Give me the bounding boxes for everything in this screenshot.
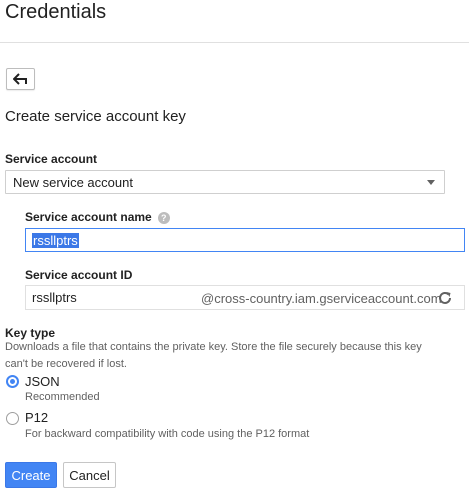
service-account-select[interactable]: New service account <box>5 170 445 194</box>
dropdown-caret-icon <box>427 180 435 185</box>
page-title: Credentials <box>5 1 107 23</box>
service-account-label: Service account <box>5 152 98 166</box>
option-p12-description: For backward compatibility with code usi… <box>25 428 310 440</box>
key-type-description-line2: can't be recovered if lost. <box>5 358 127 370</box>
help-icon[interactable]: ? <box>157 211 170 224</box>
key-type-description-line1: Downloads a file that contains the priva… <box>5 341 422 353</box>
service-account-name-label-text: Service account name <box>25 210 152 224</box>
form-title: Create service account key <box>5 108 186 125</box>
service-account-id-input[interactable]: rssllptrs @cross-country.iam.gserviceacc… <box>25 285 465 310</box>
back-arrow-icon <box>12 73 27 85</box>
option-json-description: Recommended <box>25 391 100 403</box>
service-account-selected-value: New service account <box>13 174 133 190</box>
service-account-name-label: Service account name? <box>25 210 170 224</box>
service-account-id-suffix: @cross-country.iam.gserviceaccount.com <box>201 291 442 306</box>
back-button[interactable] <box>6 68 35 90</box>
radio-p12[interactable] <box>6 412 19 425</box>
service-account-name-value: rssllptrs <box>32 232 79 248</box>
cancel-button[interactable]: Cancel <box>63 462 116 488</box>
option-p12-label[interactable]: P12 <box>25 410 48 425</box>
header-divider <box>0 42 469 43</box>
key-type-label: Key type <box>5 326 56 340</box>
service-account-id-value: rssllptrs <box>32 290 77 305</box>
radio-json[interactable] <box>6 375 19 388</box>
refresh-icon[interactable] <box>437 290 453 306</box>
key-type-description: Downloads a file that contains the priva… <box>5 339 465 373</box>
service-account-name-input[interactable]: rssllptrs <box>25 228 465 252</box>
service-account-id-label: Service account ID <box>25 268 133 282</box>
create-button[interactable]: Create <box>5 462 57 488</box>
option-json-label[interactable]: JSON <box>25 374 60 389</box>
